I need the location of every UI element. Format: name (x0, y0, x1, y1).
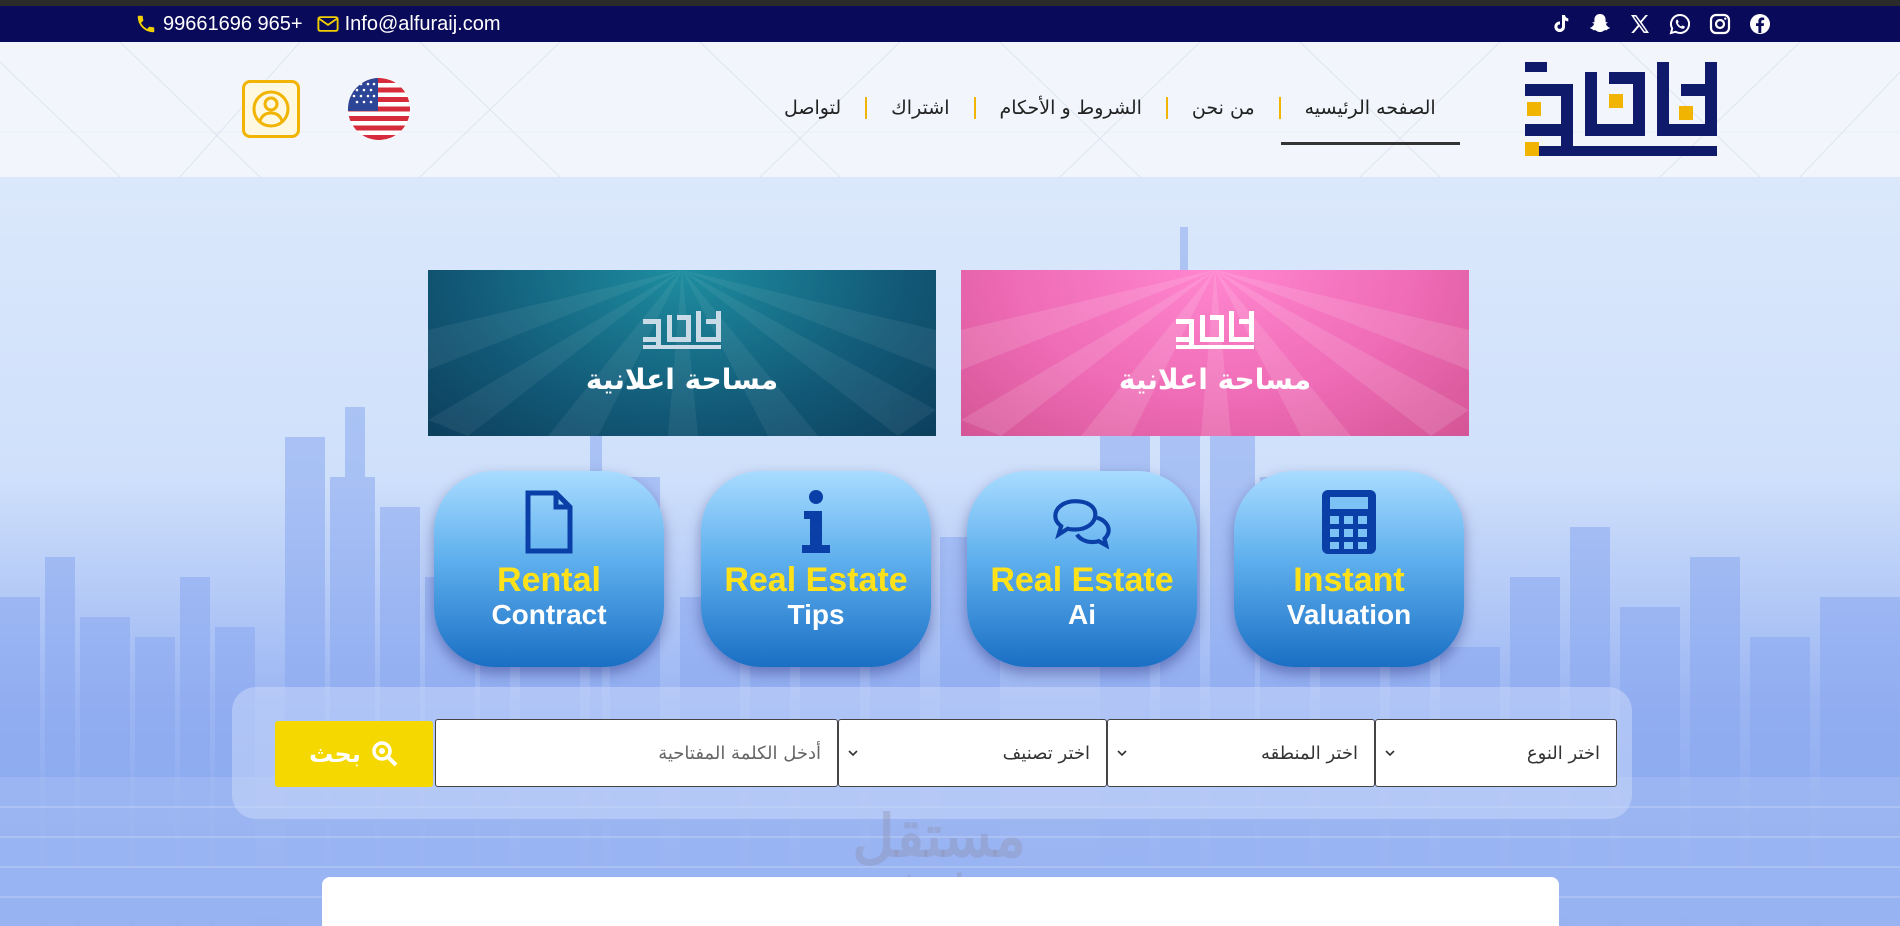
category-select[interactable]: اختر تصنيف (838, 719, 1107, 787)
document-icon (519, 489, 579, 555)
snapchat-icon[interactable] (1588, 12, 1612, 36)
nav-terms[interactable]: الشروط و الأحكام (976, 97, 1166, 119)
ad-banner-left[interactable]: مساحة اعلانية (428, 270, 936, 436)
region-select[interactable]: اختر المنطقه (1107, 719, 1375, 787)
info-icon (786, 489, 846, 555)
keyword-placeholder: أدخل الكلمة المفتاحية (658, 742, 821, 764)
watermark-arabic: مستقل (852, 804, 1026, 869)
phone-link[interactable]: 99661696 965+ (135, 13, 303, 36)
tile-real-estate-ai[interactable]: Real Estate Ai (967, 471, 1197, 667)
instagram-icon[interactable] (1708, 12, 1732, 36)
calculator-icon (1319, 489, 1379, 555)
chevron-down-icon (1385, 750, 1395, 757)
nav-contact[interactable]: لتواصل (760, 97, 865, 119)
content-card (322, 877, 1559, 926)
ad-logo-mark (1176, 310, 1254, 349)
phone-number: 99661696 965+ (163, 12, 303, 35)
search-button-label: بحث (309, 740, 361, 768)
main-nav: الصفحه الرئيسيه من نحن الشروط و الأحكام … (760, 97, 1460, 145)
category-select-value: اختر تصنيف (1002, 742, 1090, 764)
tile-subtitle: Valuation (1286, 599, 1412, 630)
chevron-down-icon (1117, 750, 1127, 757)
x-icon[interactable] (1628, 12, 1652, 36)
us-flag-language-switch[interactable] (348, 78, 410, 140)
ad-logo-mark (643, 310, 721, 349)
alfuraij-logo[interactable] (1525, 62, 1720, 157)
hero-section: مساحة اعلانية مساحة اعلانية Rental Contr… (0, 177, 1900, 926)
tile-title: Real Estate (724, 561, 908, 599)
region-select-value: اختر المنطقه (1260, 742, 1358, 764)
ad-rays-decoration (961, 270, 1469, 436)
nav-about[interactable]: من نحن (1168, 97, 1279, 119)
tile-subtitle: Contract (491, 599, 607, 630)
search-button[interactable]: بحث (275, 721, 433, 787)
nav-subscribe[interactable]: اشتراك (867, 97, 973, 119)
chevron-down-icon (848, 750, 858, 757)
type-select[interactable]: اختر النوع (1375, 719, 1617, 787)
tile-instant-valuation[interactable]: Instant Valuation (1234, 471, 1464, 667)
user-account-button[interactable] (242, 80, 300, 138)
tile-subtitle: Tips (787, 599, 845, 630)
top-contact-bar: 99661696 965+ Info@alfuraij.com (0, 6, 1900, 42)
search-icon (372, 741, 398, 767)
tile-title: Rental (497, 561, 601, 599)
social-links (1548, 6, 1772, 42)
keyword-search-input[interactable]: أدخل الكلمة المفتاحية (435, 719, 838, 787)
email-link[interactable]: Info@alfuraij.com (317, 13, 501, 36)
ad-label: مساحة اعلانية (585, 362, 779, 396)
type-select-value: اختر النوع (1526, 742, 1600, 764)
tile-title: Real Estate (990, 561, 1174, 599)
phone-icon (137, 15, 155, 33)
tile-subtitle: Ai (1068, 599, 1096, 630)
chat-bubbles-icon (1052, 489, 1112, 555)
facebook-icon[interactable] (1748, 12, 1772, 36)
envelope-icon (317, 16, 339, 32)
tile-real-estate-tips[interactable]: Real Estate Tips (701, 471, 931, 667)
user-icon (252, 90, 290, 128)
tiktok-icon[interactable] (1548, 12, 1572, 36)
whatsapp-icon[interactable] (1668, 12, 1692, 36)
ad-label: مساحة اعلانية (1118, 362, 1312, 396)
ad-rays-decoration (428, 270, 936, 436)
ad-banner-right[interactable]: مساحة اعلانية (961, 270, 1469, 436)
tile-rental-contract[interactable]: Rental Contract (434, 471, 664, 667)
contact-info: 99661696 965+ Info@alfuraij.com (135, 6, 501, 42)
email-address: Info@alfuraij.com (344, 12, 501, 35)
tile-title: Instant (1293, 561, 1405, 599)
nav-home[interactable]: الصفحه الرئيسيه (1280, 97, 1460, 145)
